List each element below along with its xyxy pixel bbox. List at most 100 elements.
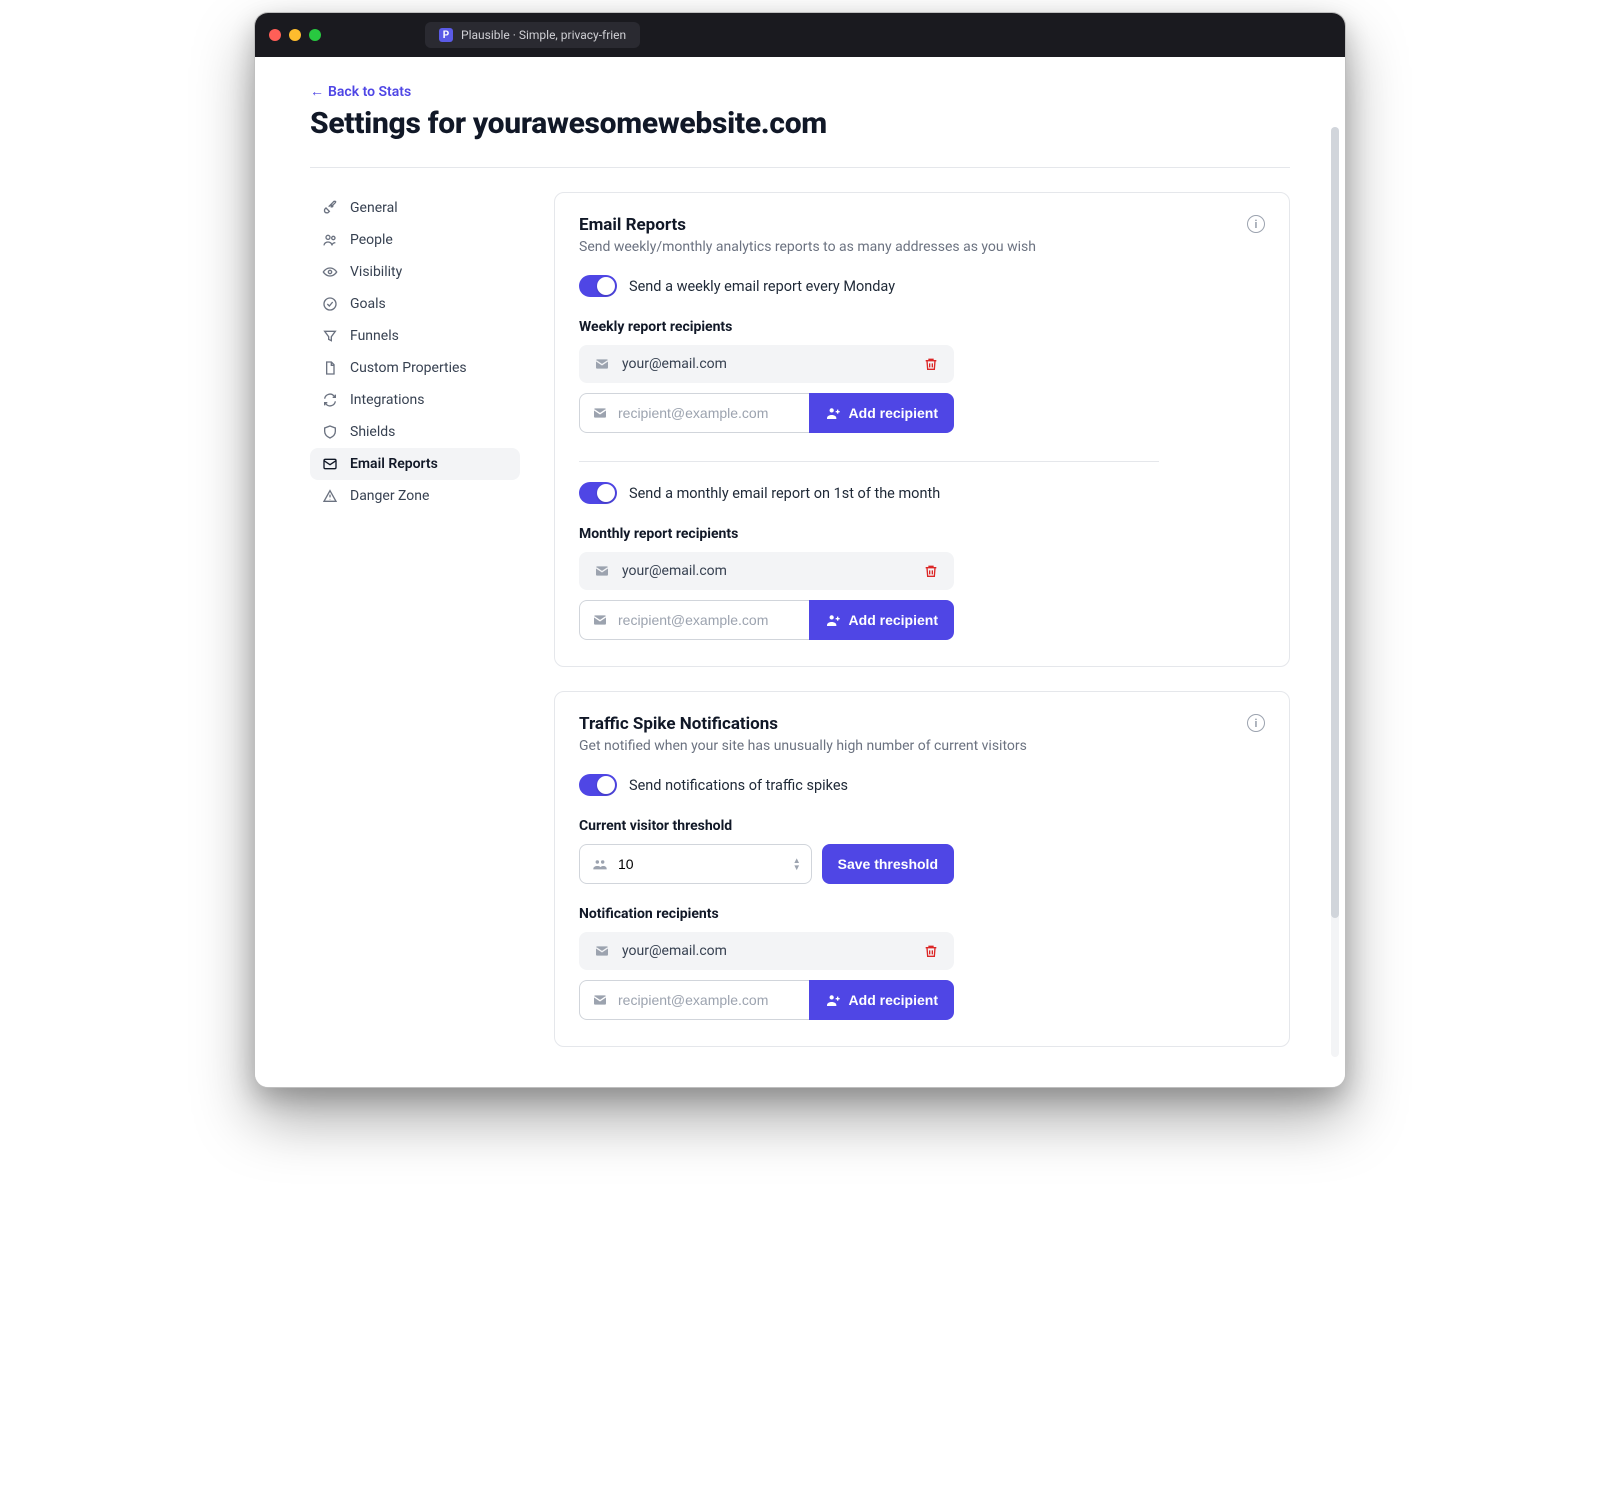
sidebar-item-shields[interactable]: Shields [310, 416, 520, 448]
mail-icon [594, 563, 610, 579]
eye-icon [322, 264, 338, 280]
delete-recipient-button[interactable] [923, 563, 939, 579]
window-controls [269, 29, 321, 41]
refresh-icon [322, 392, 338, 408]
weekly-toggle-label: Send a weekly email report every Monday [629, 278, 895, 295]
delete-recipient-button[interactable] [923, 356, 939, 372]
divider [579, 461, 1159, 462]
user-plus-icon [825, 612, 841, 628]
sidebar-item-funnels[interactable]: Funnels [310, 320, 520, 352]
add-recipient-label: Add recipient [849, 992, 938, 1008]
warning-icon [322, 488, 338, 504]
add-notification-recipient-button[interactable]: Add recipient [809, 980, 954, 1020]
shield-icon [322, 424, 338, 440]
back-to-stats-link[interactable]: ← Back to Stats [310, 83, 411, 100]
card-title: Traffic Spike Notifications [579, 714, 1027, 734]
sidebar-item-custom-properties[interactable]: Custom Properties [310, 352, 520, 384]
arrow-left-icon: ← [310, 83, 324, 100]
mail-icon [594, 356, 610, 372]
threshold-input-wrap: ▲▼ [579, 844, 812, 884]
monthly-recipient-input-wrap [579, 600, 809, 640]
delete-recipient-button[interactable] [923, 943, 939, 959]
back-link-label: Back to Stats [328, 84, 411, 100]
weekly-recipient-input-wrap [579, 393, 809, 433]
minimize-window-button[interactable] [289, 29, 301, 41]
monthly-recipient-input[interactable] [618, 612, 797, 628]
scrollbar[interactable] [1331, 127, 1339, 1057]
mail-icon [594, 943, 610, 959]
sidebar-item-visibility[interactable]: Visibility [310, 256, 520, 288]
sidebar-item-label: Funnels [350, 328, 399, 344]
tab-title: Plausible · Simple, privacy-frien [461, 28, 626, 42]
sidebar-item-label: People [350, 232, 393, 248]
users-icon [592, 856, 608, 872]
sidebar-item-integrations[interactable]: Integrations [310, 384, 520, 416]
sidebar-item-label: Custom Properties [350, 360, 467, 376]
title-bar: P Plausible · Simple, privacy-frien [255, 13, 1345, 57]
sidebar-item-danger-zone[interactable]: Danger Zone [310, 480, 520, 512]
user-plus-icon [825, 405, 841, 421]
rocket-icon [322, 200, 338, 216]
funnel-icon [322, 328, 338, 344]
sidebar-item-label: Integrations [350, 392, 424, 408]
sidebar-item-label: General [350, 200, 398, 216]
info-icon[interactable]: i [1247, 714, 1265, 732]
number-stepper[interactable]: ▲▼ [793, 857, 801, 871]
settings-sidebar: General People Visibility Goals [310, 192, 520, 512]
check-circle-icon [322, 296, 338, 312]
mail-icon [592, 612, 608, 628]
monthly-report-toggle[interactable] [579, 482, 617, 504]
card-title: Email Reports [579, 215, 1036, 235]
document-icon [322, 360, 338, 376]
monthly-recipients-label: Monthly report recipients [579, 526, 1265, 542]
browser-tab[interactable]: P Plausible · Simple, privacy-frien [425, 22, 640, 48]
close-window-button[interactable] [269, 29, 281, 41]
weekly-recipients-label: Weekly report recipients [579, 319, 1265, 335]
sidebar-item-people[interactable]: People [310, 224, 520, 256]
add-recipient-label: Add recipient [849, 405, 938, 421]
email-reports-card: Email Reports Send weekly/monthly analyt… [554, 192, 1290, 667]
weekly-report-toggle[interactable] [579, 275, 617, 297]
weekly-recipient-input[interactable] [618, 405, 797, 421]
sidebar-item-goals[interactable]: Goals [310, 288, 520, 320]
user-plus-icon [825, 992, 841, 1008]
recipient-email: your@email.com [622, 563, 911, 579]
page-title: Settings for yourawesomewebsite.com [310, 106, 1290, 141]
recipient-email: your@email.com [622, 943, 911, 959]
sidebar-item-label: Shields [350, 424, 395, 440]
browser-window: P Plausible · Simple, privacy-frien ← Ba… [254, 12, 1346, 1088]
traffic-spike-card: Traffic Spike Notifications Get notified… [554, 691, 1290, 1047]
maximize-window-button[interactable] [309, 29, 321, 41]
sidebar-item-label: Danger Zone [350, 488, 429, 504]
traffic-spike-toggle[interactable] [579, 774, 617, 796]
save-threshold-label: Save threshold [838, 856, 938, 872]
threshold-input[interactable] [618, 856, 783, 872]
info-icon[interactable]: i [1247, 215, 1265, 233]
add-recipient-label: Add recipient [849, 612, 938, 628]
card-subtitle: Send weekly/monthly analytics reports to… [579, 239, 1036, 255]
notification-recipients-label: Notification recipients [579, 906, 1265, 922]
divider [310, 167, 1290, 168]
sidebar-item-label: Goals [350, 296, 386, 312]
mail-icon [592, 405, 608, 421]
notification-recipient-row: your@email.com [579, 932, 954, 970]
monthly-toggle-label: Send a monthly email report on 1st of th… [629, 485, 940, 502]
monthly-recipient-row: your@email.com [579, 552, 954, 590]
mail-icon [322, 456, 338, 472]
traffic-spike-toggle-label: Send notifications of traffic spikes [629, 777, 848, 794]
recipient-email: your@email.com [622, 356, 911, 372]
favicon-icon: P [439, 28, 453, 42]
add-monthly-recipient-button[interactable]: Add recipient [809, 600, 954, 640]
notification-recipient-input[interactable] [618, 992, 797, 1008]
notification-recipient-input-wrap [579, 980, 809, 1020]
threshold-label: Current visitor threshold [579, 818, 1265, 834]
sidebar-item-email-reports[interactable]: Email Reports [310, 448, 520, 480]
users-icon [322, 232, 338, 248]
sidebar-item-label: Visibility [350, 264, 402, 280]
card-subtitle: Get notified when your site has unusuall… [579, 738, 1027, 754]
sidebar-item-general[interactable]: General [310, 192, 520, 224]
save-threshold-button[interactable]: Save threshold [822, 844, 954, 884]
add-weekly-recipient-button[interactable]: Add recipient [809, 393, 954, 433]
sidebar-item-label: Email Reports [350, 456, 438, 472]
mail-icon [592, 992, 608, 1008]
